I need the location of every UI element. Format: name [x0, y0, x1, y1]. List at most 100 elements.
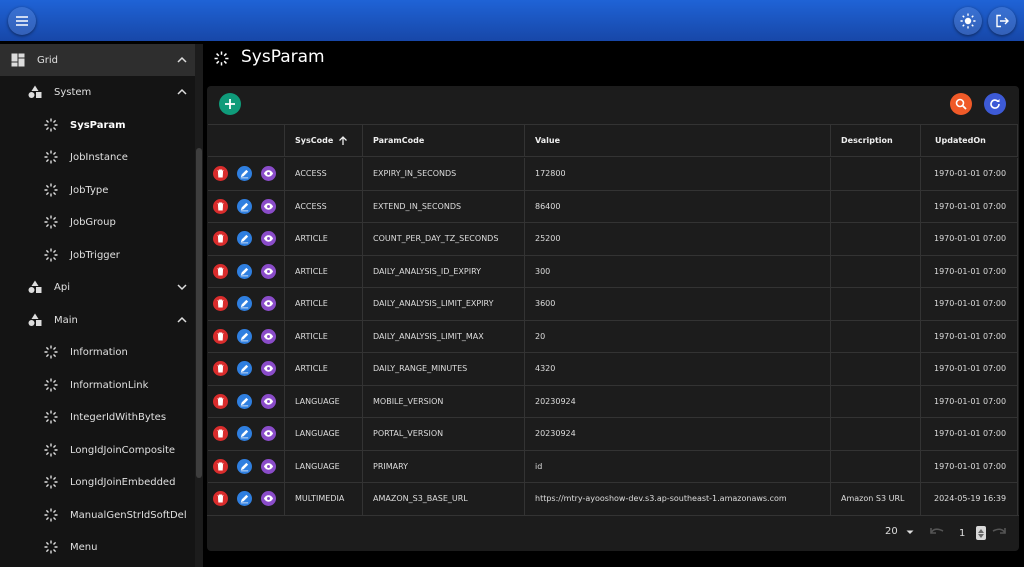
view-icon: [263, 267, 274, 275]
table-row[interactable]: LANGUAGE MOBILE_VERSION 20230924 1970-01-01…: [208, 385, 1018, 418]
logout-button[interactable]: [988, 7, 1016, 35]
dropdown-arrow-icon: [906, 530, 914, 534]
next-page-icon[interactable]: [992, 526, 1006, 538]
sun-icon: [960, 13, 976, 29]
sidebar-scrollbar-thumb[interactable]: [196, 148, 202, 478]
view-button[interactable]: [261, 393, 276, 409]
cell-value: https://mtry-ayooshow-dev.s3.ap-southeas…: [525, 483, 831, 515]
view-button[interactable]: [261, 231, 276, 246]
sidebar-item-information[interactable]: Information: [0, 336, 195, 368]
delete-button[interactable]: [213, 231, 228, 246]
page-stepper[interactable]: [976, 526, 986, 540]
table-row[interactable]: ARTICLE DAILY_ANALYSIS_LIMIT_MAX 20 1970-01…: [208, 320, 1018, 353]
cell-syscode: LANGUAGE: [285, 385, 363, 417]
add-button[interactable]: [219, 93, 241, 115]
sidebar-group-system[interactable]: System: [0, 76, 195, 108]
sidebar-item-jobgroup[interactable]: JobGroup: [0, 206, 195, 238]
plus-icon: [225, 99, 235, 109]
sidebar-item-longidjoinembedded[interactable]: LongIdJoinEmbedded: [0, 466, 195, 498]
header-value[interactable]: Value: [525, 125, 831, 156]
cell-syscode: ARTICLE: [285, 223, 363, 255]
header-description[interactable]: Description: [831, 125, 921, 156]
edit-button[interactable]: [237, 198, 252, 214]
delete-button[interactable]: [213, 458, 228, 474]
sidebar-group-api[interactable]: Api: [0, 271, 195, 303]
table-row[interactable]: LANGUAGE PRIMARY id 1970-01-01 07:00: [208, 450, 1018, 483]
loader-icon: [43, 247, 59, 263]
cell-syscode: LANGUAGE: [285, 450, 363, 482]
refresh-button[interactable]: [984, 93, 1006, 115]
delete-button[interactable]: [213, 393, 228, 409]
sidebar-item-integeridwithbytes[interactable]: IntegerIdWithBytes: [0, 401, 195, 433]
header-paramcode[interactable]: ParamCode: [363, 125, 525, 156]
table-row[interactable]: ARTICLE DAILY_RANGE_MINUTES 4320 1970-01-01…: [208, 353, 1018, 386]
sidebar-item-informationlink[interactable]: InformationLink: [0, 369, 195, 401]
edit-button[interactable]: [237, 166, 252, 181]
table-row[interactable]: ARTICLE DAILY_ANALYSIS_ID_EXPIRY 300 1970-0…: [208, 255, 1018, 288]
table-row[interactable]: ARTICLE COUNT_PER_DAY_TZ_SECONDS 25200 1970…: [208, 223, 1018, 256]
menu-button[interactable]: [8, 7, 36, 35]
edit-button[interactable]: [237, 458, 252, 474]
previous-page-icon[interactable]: [930, 526, 944, 538]
view-button[interactable]: [261, 263, 276, 279]
table-row[interactable]: ACCESS EXTEND_IN_SECONDS 86400 1970-01-01 0…: [208, 190, 1018, 223]
view-icon: [263, 462, 274, 470]
view-button[interactable]: [261, 426, 276, 441]
delete-button[interactable]: [213, 426, 228, 441]
delete-button[interactable]: [213, 361, 228, 376]
loader-icon: [43, 474, 59, 490]
edit-button[interactable]: [237, 491, 252, 506]
edit-button[interactable]: [237, 231, 252, 246]
header-updatedon[interactable]: UpdatedOn: [921, 125, 1018, 156]
sidebar-item-jobinstance[interactable]: JobInstance: [0, 141, 195, 173]
sidebar-group-label: Grid: [37, 54, 58, 66]
sidebar-item-jobtrigger[interactable]: JobTrigger: [0, 239, 195, 271]
edit-button[interactable]: [237, 328, 252, 344]
page-size-select[interactable]: 20: [885, 526, 914, 537]
delete-button[interactable]: [213, 166, 228, 181]
table-row[interactable]: MULTIMEDIA AMAZON_S3_BASE_URL https://mtry…: [208, 483, 1018, 516]
sidebar-item-manualgenstridsoftdel[interactable]: ManualGenStrIdSoftDel: [0, 499, 195, 531]
cell-paramcode: COUNT_PER_DAY_TZ_SECONDS: [363, 223, 525, 255]
sidebar-group-grid[interactable]: Grid: [0, 44, 195, 76]
row-actions: [208, 190, 285, 222]
view-button[interactable]: [261, 296, 276, 311]
edit-button[interactable]: [237, 296, 252, 311]
delete-button[interactable]: [213, 296, 228, 311]
sidebar-item-menu[interactable]: Menu: [0, 531, 195, 563]
sidebar-item-sysparam[interactable]: SysParam: [0, 109, 195, 141]
cell-value: id: [525, 450, 831, 482]
delete-button[interactable]: [213, 491, 228, 506]
sidebar-group-main[interactable]: Main: [0, 304, 195, 336]
loader-icon: [43, 344, 59, 360]
sidebar-item-label: JobTrigger: [70, 249, 120, 261]
edit-button[interactable]: [237, 426, 252, 441]
sidebar-item-jobtype[interactable]: JobType: [0, 174, 195, 206]
delete-button[interactable]: [213, 198, 228, 214]
header-syscode[interactable]: SysCode: [285, 125, 363, 156]
table-row[interactable]: ARTICLE DAILY_ANALYSIS_LIMIT_EXPIRY 3600 19…: [208, 288, 1018, 321]
view-button[interactable]: [261, 491, 276, 506]
view-button[interactable]: [261, 458, 276, 474]
table-row[interactable]: ACCESS EXPIRY_IN_SECONDS 172800 1970-01-01 …: [208, 158, 1018, 191]
edit-button[interactable]: [237, 393, 252, 409]
edit-button[interactable]: [237, 361, 252, 376]
view-button[interactable]: [261, 198, 276, 214]
theme-toggle-button[interactable]: [954, 7, 982, 35]
page-number: 1: [959, 528, 966, 539]
sidebar-item-longidjoincomposite[interactable]: LongIdJoinComposite: [0, 434, 195, 466]
view-icon: [263, 430, 274, 437]
delete-icon: [217, 397, 224, 405]
cell-paramcode: DAILY_RANGE_MINUTES: [363, 353, 525, 385]
view-button[interactable]: [261, 328, 276, 344]
delete-button[interactable]: [213, 328, 228, 344]
sidebar-item-label: Information: [70, 346, 128, 358]
header-label: ParamCode: [373, 136, 425, 145]
grid-icon: [10, 52, 26, 68]
edit-button[interactable]: [237, 263, 252, 279]
view-button[interactable]: [261, 361, 276, 376]
view-button[interactable]: [261, 166, 276, 181]
delete-button[interactable]: [213, 263, 228, 279]
table-row[interactable]: LANGUAGE PORTAL_VERSION 20230924 1970-01-01…: [208, 418, 1018, 451]
search-button[interactable]: [950, 93, 972, 115]
